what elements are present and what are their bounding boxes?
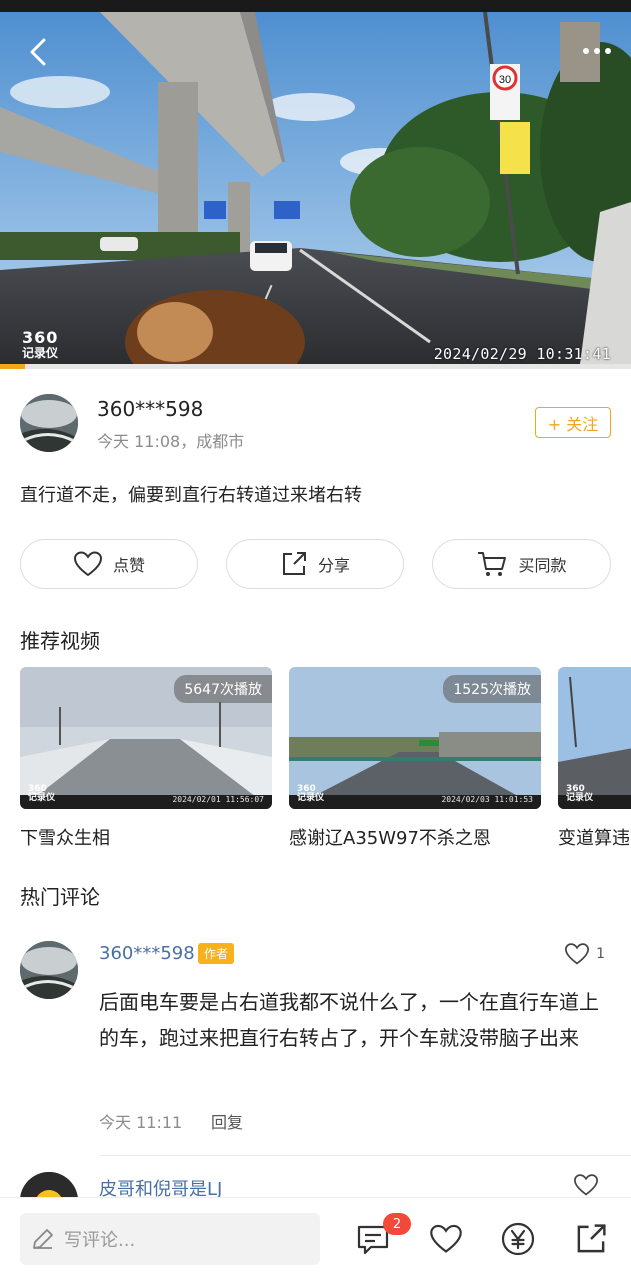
heart-icon bbox=[430, 1224, 462, 1253]
heart-icon bbox=[565, 943, 590, 965]
hot-comments-title: 热门评论 bbox=[20, 885, 100, 909]
like-button[interactable]: 点赞 bbox=[20, 539, 198, 589]
recommended-video-card[interactable]: 5647次播放 360 记录仪 2024/02/01 11:56:07 下雪众生… bbox=[20, 667, 272, 857]
play-count: 1525次播放 bbox=[443, 675, 541, 703]
video-thumbnail: 360 记录仪 bbox=[558, 667, 631, 809]
watermark-text: 记录仪 bbox=[22, 346, 59, 360]
video-player[interactable]: 30 360 记录仪 2024/02/29 10:31:41 bbox=[0, 12, 631, 364]
recommended-video-card[interactable]: 1525次播放 360 记录仪 2024/02/03 11:01:53 感谢辽A… bbox=[289, 667, 541, 857]
speed-sign-text: 30 bbox=[499, 74, 511, 86]
reply-button[interactable]: 回复 bbox=[211, 1109, 243, 1133]
commenter-name[interactable]: 360***598 bbox=[99, 943, 195, 964]
like-label: 点赞 bbox=[112, 556, 145, 575]
follow-button[interactable]: + 关注 bbox=[535, 407, 611, 438]
share-bottom-button[interactable] bbox=[574, 1222, 608, 1256]
avatar-image bbox=[20, 394, 78, 452]
thumbnail-timestamp: 2024/02/03 11:01:53 bbox=[441, 795, 533, 804]
author-avatar[interactable] bbox=[20, 394, 78, 452]
video-progress-bar[interactable] bbox=[0, 364, 631, 369]
reward-button[interactable] bbox=[501, 1222, 535, 1256]
share-icon bbox=[282, 552, 306, 575]
comment-like-button[interactable] bbox=[573, 1173, 605, 1197]
share-label: 分享 bbox=[317, 556, 350, 575]
author-name[interactable]: 360***598 bbox=[97, 397, 203, 421]
video-watermark-logo: 360 记录仪 bbox=[22, 328, 59, 360]
buy-same-button[interactable]: 买同款 bbox=[432, 539, 611, 589]
buy-same-label: 买同款 bbox=[518, 556, 567, 575]
video-thumbnail: 5647次播放 360 记录仪 2024/02/01 11:56:07 bbox=[20, 667, 272, 809]
share-icon bbox=[577, 1224, 606, 1253]
comment-input[interactable]: 写评论... bbox=[20, 1213, 320, 1265]
status-strip bbox=[0, 0, 631, 12]
comment-input-placeholder: 写评论... bbox=[64, 1230, 136, 1251]
play-count: 5647次播放 bbox=[174, 675, 272, 703]
recommended-title: 推荐视频 bbox=[20, 629, 100, 653]
comment-like-button[interactable]: 1 bbox=[564, 942, 605, 966]
recommended-video-title: 下雪众生相 bbox=[20, 828, 110, 849]
commenter-avatar[interactable] bbox=[20, 941, 78, 999]
shopping-cart-icon bbox=[478, 552, 507, 576]
author-tag: 作者 bbox=[198, 943, 235, 964]
share-button[interactable]: 分享 bbox=[226, 539, 404, 589]
video-thumbnail: 1525次播放 360 记录仪 2024/02/03 11:01:53 bbox=[289, 667, 541, 809]
avatar-image bbox=[20, 941, 78, 999]
comment-text: 后面电车要是占右道我都不说什么了，一个在直行车道上的车，跑过来把直行右转占了，开… bbox=[99, 990, 599, 1050]
video-timestamp: 2024/02/29 10:31:41 bbox=[433, 345, 611, 363]
heart-icon bbox=[73, 551, 102, 577]
thumbnail-watermark: 360 记录仪 bbox=[28, 784, 56, 803]
favorite-button[interactable] bbox=[429, 1222, 463, 1256]
thumbnail-watermark: 360 记录仪 bbox=[297, 784, 325, 803]
heart-icon bbox=[573, 1174, 599, 1196]
back-button[interactable] bbox=[22, 34, 58, 70]
post-description: 直行道不走，偏要到直行右转道过来堵右转 bbox=[20, 485, 362, 506]
comment-time: 今天 11:11 bbox=[99, 1113, 183, 1132]
bottom-action-bar: 写评论... bbox=[0, 1197, 631, 1280]
recommended-video-card[interactable]: 360 记录仪 变道算违 bbox=[558, 667, 631, 857]
more-options-button[interactable] bbox=[579, 36, 615, 66]
video-frame: 30 bbox=[0, 12, 631, 364]
comment-like-count: 1 bbox=[596, 946, 605, 962]
thumbnail-timestamp: 2024/02/01 11:56:07 bbox=[172, 795, 264, 804]
chevron-left-icon bbox=[30, 38, 46, 66]
recommended-video-title: 变道算违 bbox=[558, 828, 630, 849]
recommended-video-title: 感谢辽A35W97不杀之恩 bbox=[289, 828, 491, 849]
video-progress-fill bbox=[0, 364, 26, 369]
watermark-number: 360 bbox=[22, 328, 59, 347]
post-time-location: 今天 11:08，成都市 bbox=[97, 432, 245, 451]
pencil-icon bbox=[33, 1229, 53, 1249]
comment-count-badge: 2 bbox=[383, 1213, 411, 1235]
thumbnail-watermark: 360 记录仪 bbox=[566, 784, 594, 803]
more-dots-icon bbox=[583, 48, 611, 54]
yuan-icon bbox=[501, 1222, 535, 1256]
comment-divider bbox=[99, 1155, 631, 1156]
